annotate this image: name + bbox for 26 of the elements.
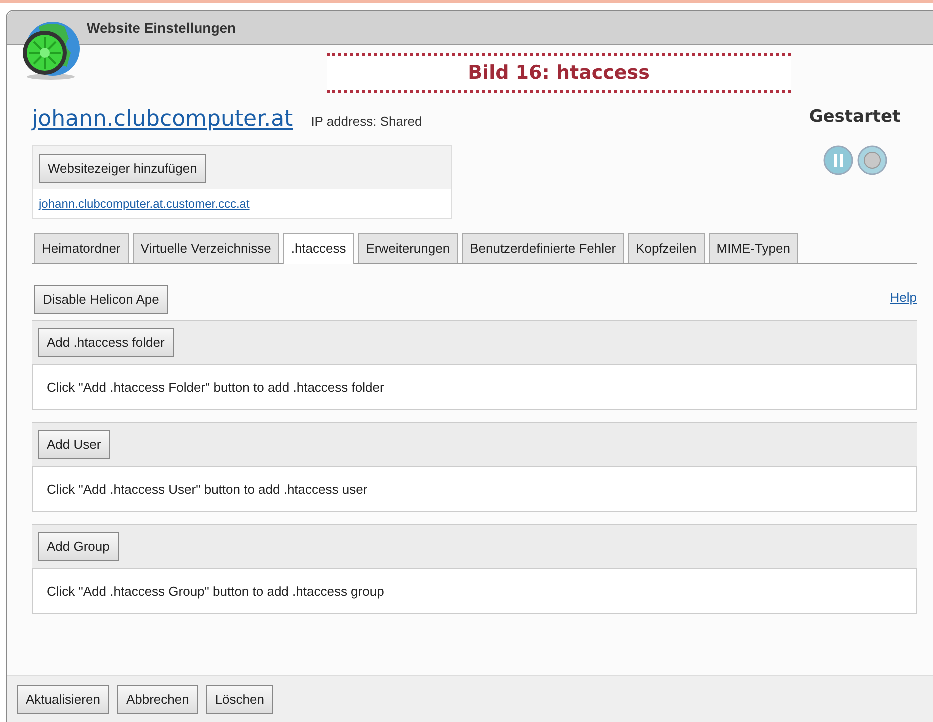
tab[interactable]: Benutzerdefinierte Fehler <box>462 233 624 263</box>
message-text: Click "Add .htaccess User" button to add .htaccess user <box>47 482 368 496</box>
footer-button[interactable]: Abbrechen <box>117 684 198 714</box>
footer-button[interactable]: Aktualisieren <box>17 684 110 714</box>
help-link[interactable]: Help <box>890 290 917 305</box>
add-button[interactable]: Add User <box>38 430 110 459</box>
ip-address-label: IP address: Shared <box>311 114 422 129</box>
tab[interactable]: Erweiterungen <box>358 233 458 263</box>
message-text: Click "Add .htaccess Folder" button to add .htaccess folder <box>47 380 384 394</box>
disable-button[interactable]: Disable Helicon Ape <box>34 285 168 314</box>
tab[interactable]: MIME-Typen <box>708 233 798 263</box>
tab[interactable]: Virtuelle Verzeichnisse <box>132 233 280 263</box>
message-text: Click "Add .htaccess Group" button to add .htaccess group <box>47 584 384 598</box>
add-button[interactable]: Add Group <box>38 532 119 561</box>
status-label: Gestartet <box>809 107 901 127</box>
site-link[interactable]: johann.clubcomputer.at <box>32 107 294 132</box>
caption-label: Bild 16: htaccess <box>327 53 791 93</box>
add-pointer-button[interactable]: Websitezeiger hinzufügen <box>39 154 206 183</box>
add-button[interactable]: Add .htaccess folder <box>38 328 174 357</box>
tab[interactable]: Kopfzeilen <box>628 233 705 263</box>
tab[interactable]: .htaccess <box>283 233 354 264</box>
tab[interactable]: Heimatordner <box>34 233 129 263</box>
footer-button[interactable]: Löschen <box>206 684 274 714</box>
window-title: Website Einstellungen <box>87 20 236 36</box>
stop-icon[interactable] <box>856 145 888 176</box>
pause-icon[interactable] <box>822 145 854 176</box>
